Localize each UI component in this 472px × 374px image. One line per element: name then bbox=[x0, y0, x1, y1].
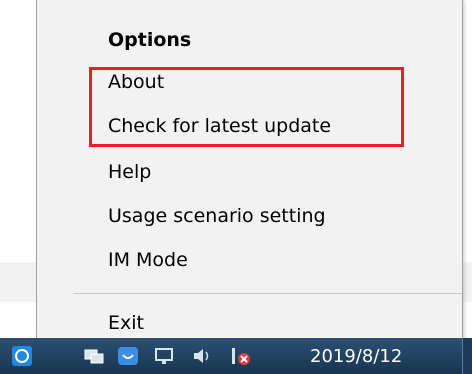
network-icon[interactable] bbox=[82, 344, 106, 368]
disconnected-network-icon[interactable] bbox=[228, 344, 252, 368]
menu-item-im-mode[interactable]: IM Mode bbox=[108, 242, 188, 278]
monitor-icon[interactable] bbox=[152, 344, 176, 368]
tray-context-menu: Options About Check for latest update He… bbox=[36, 0, 463, 348]
menu-item-help[interactable]: Help bbox=[108, 154, 151, 190]
app-tray-icon[interactable] bbox=[10, 344, 34, 368]
menu-item-exit[interactable]: Exit bbox=[108, 305, 144, 341]
volume-icon[interactable] bbox=[190, 344, 214, 368]
menu-item-usage-scenario[interactable]: Usage scenario setting bbox=[108, 198, 326, 234]
menu-item-options[interactable]: Options bbox=[108, 22, 191, 58]
show-desktop-button[interactable] bbox=[462, 338, 472, 374]
chat-app-icon[interactable] bbox=[116, 344, 140, 368]
desktop-background bbox=[0, 0, 38, 300]
menu-separator bbox=[73, 293, 462, 294]
highlight-annotation-box bbox=[89, 67, 404, 147]
taskbar-clock-date[interactable]: 2019/8/12 bbox=[310, 346, 402, 367]
